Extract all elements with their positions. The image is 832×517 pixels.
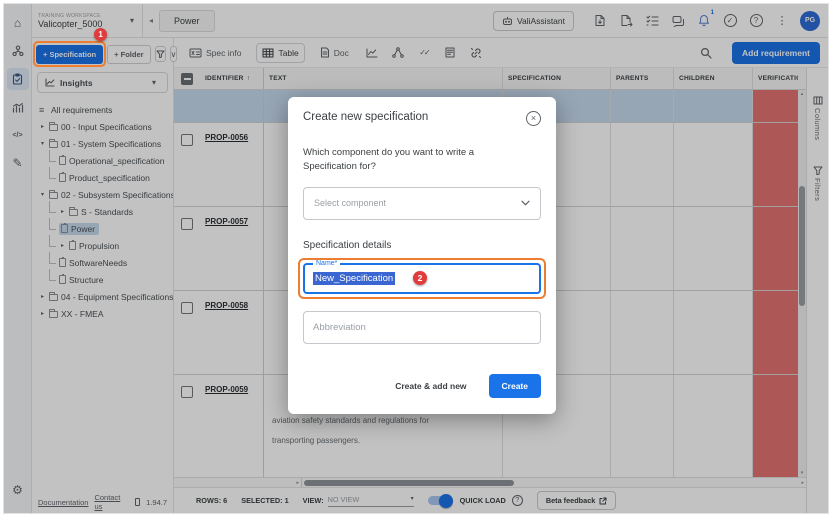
create-specification-modal: Create new specification × Which compone…: [288, 97, 556, 414]
name-field-value-selected: New_Specification: [313, 272, 395, 285]
create-button[interactable]: Create: [489, 374, 541, 398]
name-field-label: Name*: [313, 260, 340, 267]
annotation-badge-2: 2: [413, 271, 427, 285]
component-select[interactable]: Select component: [303, 187, 541, 220]
create-and-add-new-button[interactable]: Create & add new: [389, 380, 472, 392]
modal-close-icon[interactable]: ×: [526, 111, 541, 126]
abbreviation-field[interactable]: [303, 311, 541, 344]
select-chevron-down-icon: [521, 200, 530, 206]
details-heading: Specification details: [303, 240, 541, 251]
modal-title: Create new specification: [303, 111, 526, 123]
component-question: Which component do you want to write a S…: [303, 146, 503, 175]
app-window: ⌂ </> ✎ ⚙ TRAINING WORKSPACE Valicopter_…: [3, 3, 829, 514]
